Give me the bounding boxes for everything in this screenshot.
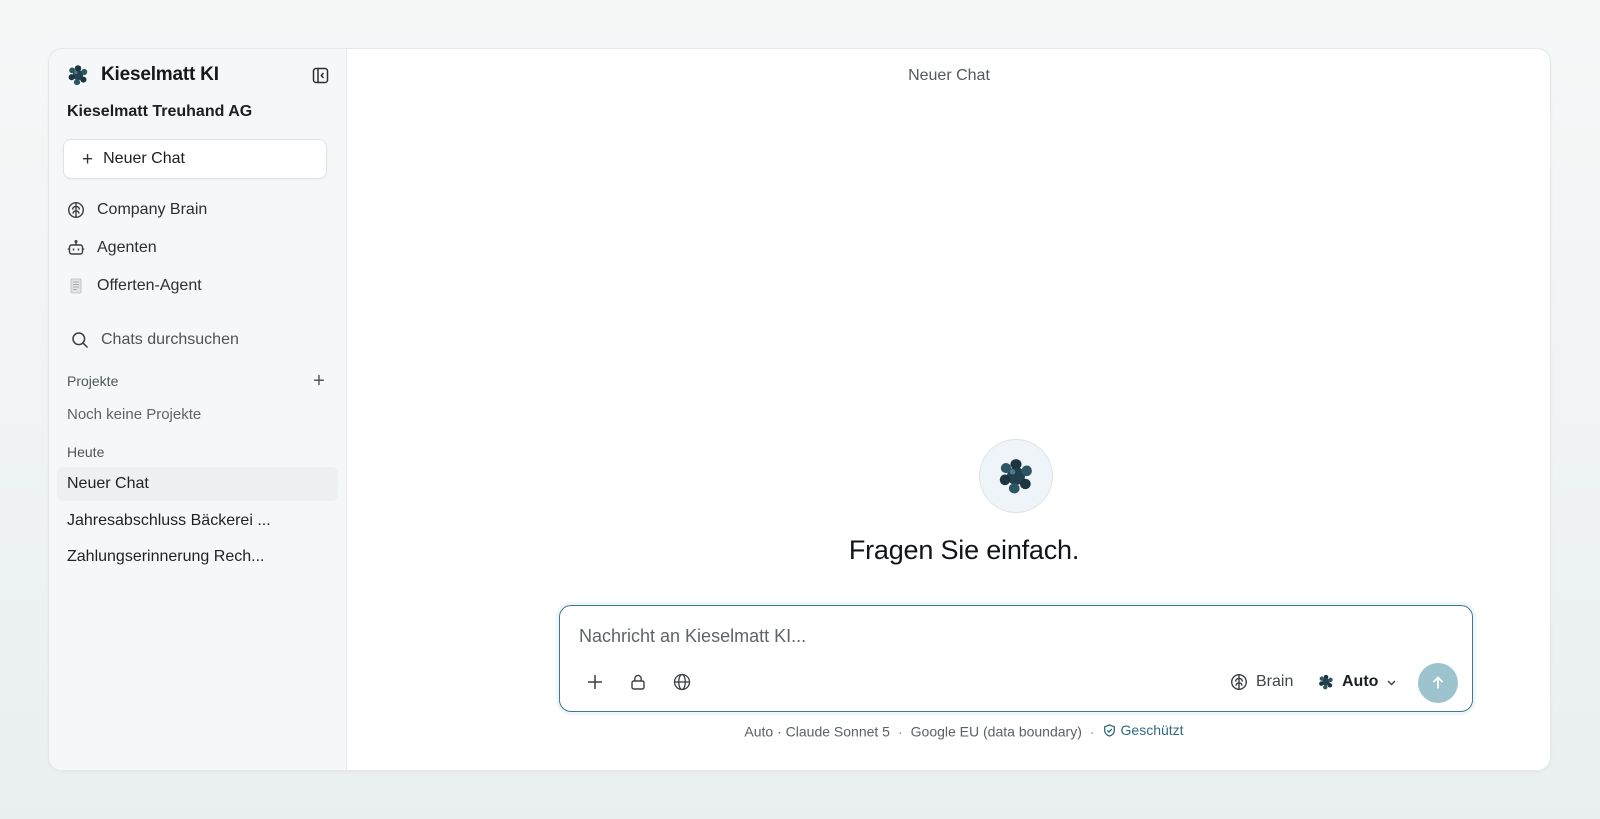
chat-item-title: Jahresabschluss Bäckerei ... [67, 512, 271, 529]
chat-item-title: Zahlungserinnerung Rech... [67, 548, 265, 565]
model-select-label: Auto [1342, 673, 1379, 690]
brand-row: Kieselmatt KI [67, 63, 330, 87]
arrow-up-icon [1432, 676, 1444, 689]
brain-toggle[interactable]: Brain [1230, 669, 1293, 695]
projects-heading: Projekte [67, 373, 119, 389]
nav-item-label: Offerten-Agent [97, 277, 202, 294]
sidebar-collapse-icon[interactable] [310, 65, 330, 85]
today-heading: Heute [67, 444, 105, 460]
nav-item-agenten[interactable]: Agenten [67, 235, 157, 261]
kieselmatt-logo-icon [1318, 674, 1334, 690]
search-label: Chats durchsuchen [101, 331, 239, 348]
main-panel: Neuer Chat Fragen Sie einfach. Nachricht… [348, 49, 1550, 770]
message-composer: Brain Auto [559, 605, 1473, 712]
chevron-down-icon [1386, 677, 1397, 688]
brain-icon [1230, 673, 1248, 691]
hero-title: Fragen Sie einfach. [848, 535, 1080, 565]
document-icon [67, 277, 85, 295]
chat-item[interactable]: Zahlungserinnerung Rech... [57, 540, 338, 574]
lock-icon[interactable] [625, 669, 651, 695]
brain-toggle-label: Brain [1256, 673, 1294, 690]
chat-item[interactable]: Jahresabschluss Bäckerei ... [57, 504, 338, 538]
message-input[interactable] [579, 623, 1439, 649]
new-chat-button[interactable]: + Neuer Chat [63, 139, 327, 179]
new-chat-label: Neuer Chat [103, 150, 185, 167]
model-select[interactable]: Auto [1318, 669, 1397, 695]
app-name: Kieselmatt KI [101, 64, 219, 85]
nav-item-label: Company Brain [97, 201, 208, 218]
kieselmatt-logo-icon [67, 64, 89, 86]
chat-item-title: Neuer Chat [67, 475, 149, 492]
kieselmatt-logo-icon [999, 459, 1032, 494]
nav-item-offerten-agent[interactable]: Offerten-Agent [67, 273, 202, 299]
model-info-bar: Auto · Claude Sonnet 5 · Google EU (data b… [744, 722, 1184, 740]
search-chats-button[interactable]: Chats durchsuchen [71, 327, 239, 353]
nav-item-company-brain[interactable]: Company Brain [67, 197, 207, 223]
sidebar: Kieselmatt KI Kieselmatt Treuhand AG + N… [49, 49, 347, 770]
chat-title: Neuer Chat [908, 67, 990, 84]
app-window: Kieselmatt KI Kieselmatt Treuhand AG + N… [48, 48, 1551, 771]
shield-check-icon [1103, 723, 1115, 737]
send-button[interactable] [1418, 663, 1458, 703]
secure-badge: Geschützt [1103, 722, 1184, 738]
attach-plus-icon[interactable] [582, 669, 608, 695]
secure-label: Geschützt [1120, 722, 1184, 738]
data-region: Google EU (data boundary) [910, 723, 1082, 740]
plus-icon: + [82, 148, 94, 170]
hero-logo [979, 439, 1053, 513]
bot-icon [67, 239, 85, 257]
globe-icon[interactable] [669, 669, 695, 695]
organization-name: Kieselmatt Treuhand AG [67, 103, 253, 120]
brain-icon [67, 201, 85, 219]
search-icon [71, 331, 89, 349]
model-info: Auto · Claude Sonnet 5 [744, 723, 890, 740]
projects-empty-text: Noch keine Projekte [67, 406, 202, 423]
nav-item-label: Agenten [97, 239, 157, 256]
chat-item-active[interactable]: Neuer Chat [57, 467, 338, 501]
add-project-icon[interactable]: + [310, 371, 328, 391]
